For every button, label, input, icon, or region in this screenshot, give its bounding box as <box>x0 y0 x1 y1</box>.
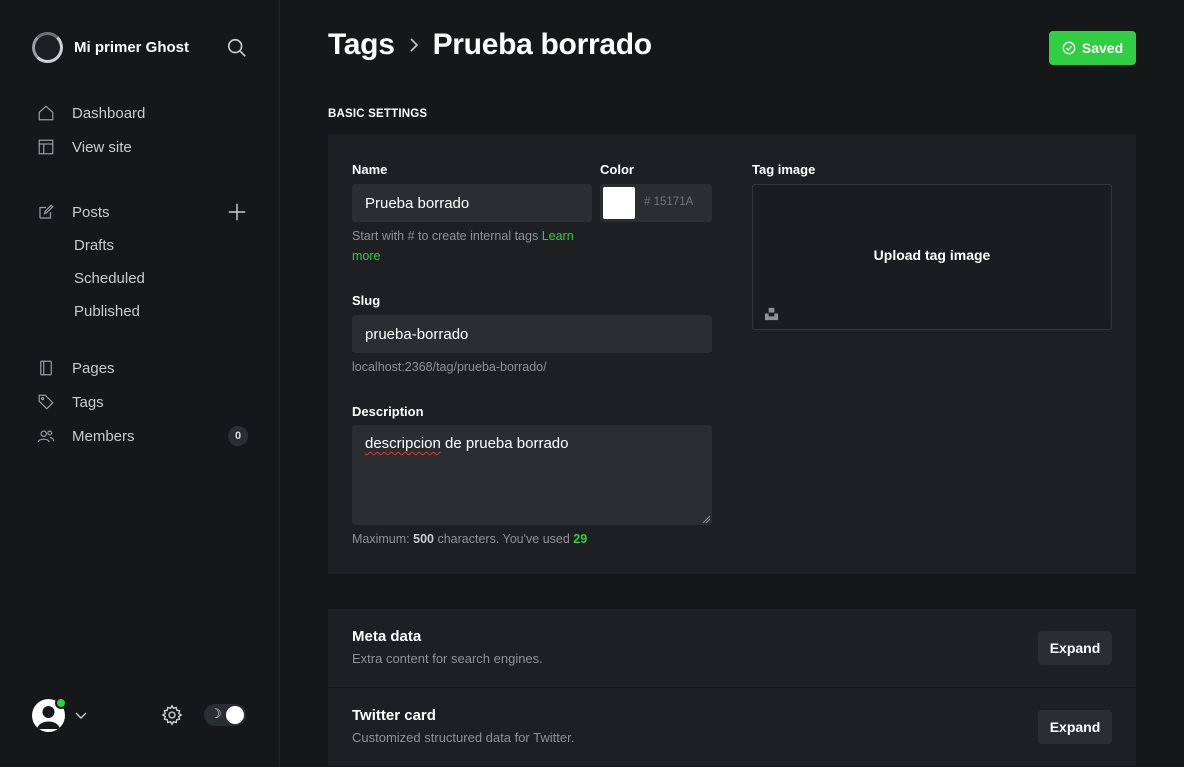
content-nav: Pages Tags Members 0 <box>36 351 256 453</box>
hex-placeholder: 15171A <box>653 196 694 208</box>
sidebar-item-label: View site <box>72 138 132 156</box>
color-hex-input[interactable]: # 15171A <box>644 196 693 208</box>
name-input[interactable]: Prueba borrado <box>352 184 592 222</box>
sidebar-item-pages[interactable]: Pages <box>36 351 256 385</box>
sidebar-item-scheduled[interactable]: Scheduled <box>36 262 256 295</box>
sidebar-item-posts[interactable]: Posts <box>36 195 256 229</box>
chevron-right-icon <box>410 38 418 52</box>
name-hint-text: Start with # to create internal tags <box>352 229 539 243</box>
card-title: Twitter card <box>352 707 436 724</box>
card-subtitle: Extra content for search engines. <box>352 651 543 666</box>
toggle-knob <box>226 706 244 724</box>
members-count-badge: 0 <box>228 426 248 446</box>
dark-mode-toggle[interactable]: ☽ <box>204 704 246 726</box>
card-title: Meta data <box>352 628 422 645</box>
expand-twitter-card-button[interactable]: Expand <box>1038 710 1112 744</box>
site-title: Mi primer Ghost <box>74 39 190 56</box>
search-icon[interactable] <box>226 37 248 59</box>
color-picker[interactable]: # 15171A <box>600 184 712 222</box>
counter-max: 500 <box>413 532 434 546</box>
tag-image-upload[interactable]: Upload tag image <box>752 184 1112 330</box>
basic-settings-panel: Name Prueba borrado Start with # to crea… <box>328 134 1136 574</box>
counter-used: 29 <box>573 532 588 546</box>
resize-handle-icon[interactable] <box>702 515 710 523</box>
edit-icon <box>36 202 56 222</box>
sidebar-item-published[interactable]: Published <box>36 295 256 328</box>
layout-icon <box>36 137 56 157</box>
upload-tag-image-button[interactable]: Upload tag image <box>753 247 1111 263</box>
online-status-dot <box>55 697 67 709</box>
sidebar-item-view-site[interactable]: View site <box>36 130 256 164</box>
twitter-card-card: Twitter card Customized structured data … <box>328 688 1136 766</box>
meta-data-card: Meta data Extra content for search engin… <box>328 609 1136 687</box>
gear-icon[interactable] <box>161 704 183 726</box>
card-subtitle: Customized structured data for Twitter. <box>352 730 575 745</box>
site-brand[interactable]: Mi primer Ghost <box>32 32 189 63</box>
description-textarea[interactable]: descripcion de prueba borrado <box>352 425 712 525</box>
name-label: Name <box>352 162 388 177</box>
main-nav: Dashboard View site <box>36 96 256 164</box>
sidebar-item-dashboard[interactable]: Dashboard <box>36 96 256 130</box>
home-icon <box>36 103 56 123</box>
description-counter: Maximum: 500 characters. You've used 29 <box>352 529 587 549</box>
description-misspelled-word: descripcion <box>365 435 441 452</box>
expand-meta-data-button[interactable]: Expand <box>1038 631 1112 665</box>
color-swatch[interactable] <box>603 187 635 219</box>
sidebar: Mi primer Ghost Dashboard View site Post… <box>0 0 280 767</box>
slug-input[interactable]: prueba-borrado <box>352 315 712 353</box>
sidebar-item-label: Posts <box>72 203 110 221</box>
breadcrumb-tags-link[interactable]: Tags <box>328 28 395 62</box>
add-post-icon[interactable] <box>226 201 248 223</box>
breadcrumb: Tags Prueba borrado <box>328 28 652 62</box>
sidebar-item-label: Members <box>72 427 135 445</box>
moon-icon: ☽ <box>210 706 222 721</box>
sidebar-footer: ☽ <box>32 697 252 733</box>
site-logo <box>32 32 63 63</box>
save-button-label: Saved <box>1081 40 1124 56</box>
unsplash-icon[interactable] <box>764 306 779 321</box>
chevron-down-icon[interactable] <box>75 709 87 721</box>
sidebar-item-label: Pages <box>72 359 115 377</box>
check-circle-icon <box>1062 41 1076 55</box>
description-text: de prueba borrado <box>440 435 569 452</box>
sidebar-item-label: Dashboard <box>72 104 146 122</box>
sidebar-item-members[interactable]: Members 0 <box>36 419 256 453</box>
description-label: Description <box>352 404 424 419</box>
page-icon <box>36 358 56 378</box>
counter-prefix: Maximum: <box>352 532 414 546</box>
slug-label: Slug <box>352 293 381 308</box>
sidebar-item-label: Tags <box>72 393 104 411</box>
section-title: BASIC SETTINGS <box>328 108 428 120</box>
members-icon <box>36 426 56 446</box>
tag-icon <box>36 392 56 412</box>
color-label: Color <box>600 162 634 177</box>
name-hint: Start with # to create internal tags Lea… <box>352 226 597 266</box>
save-button[interactable]: Saved <box>1049 31 1136 65</box>
page-title: Prueba borrado <box>432 28 652 61</box>
tag-image-label: Tag image <box>752 162 816 177</box>
posts-nav: Posts Drafts Scheduled Published <box>36 195 256 328</box>
sidebar-item-tags[interactable]: Tags <box>36 385 256 419</box>
sidebar-item-drafts[interactable]: Drafts <box>36 229 256 262</box>
slug-url-preview: localhost:2368/tag/prueba-borrado/ <box>352 360 547 374</box>
ghost-admin: Mi primer Ghost Dashboard View site Post… <box>0 0 1184 767</box>
counter-mid: characters. You've used <box>433 532 574 546</box>
hex-hash: # <box>644 196 651 208</box>
